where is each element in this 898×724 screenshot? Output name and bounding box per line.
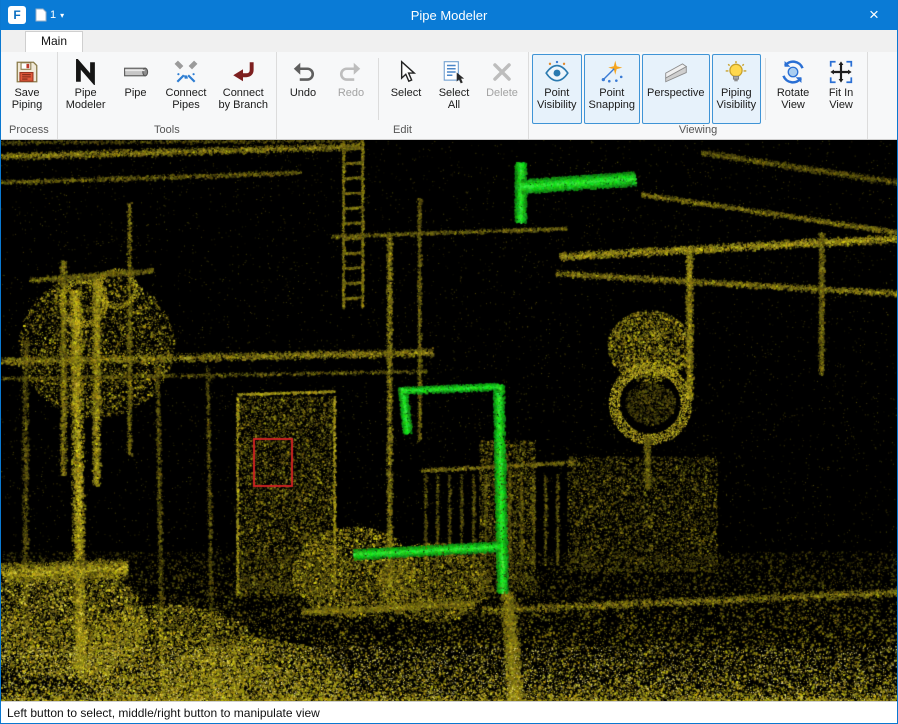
undo-button[interactable]: Undo — [280, 54, 326, 124]
button-label: Piping — [12, 99, 43, 111]
button-label: Connect — [166, 87, 207, 99]
redo-button[interactable]: Redo — [328, 54, 374, 124]
button-label: Visibility — [537, 99, 577, 111]
delete-icon — [489, 58, 515, 86]
button-label: Select — [391, 87, 422, 99]
point-visibility-button[interactable]: Point Visibility — [532, 54, 582, 124]
group-label-process: Process — [1, 124, 57, 139]
viewport-canvas[interactable] — [1, 140, 897, 701]
quick-access-toolbar[interactable]: 1 ▾ — [35, 8, 64, 22]
chevron-down-icon[interactable]: ▾ — [60, 11, 64, 20]
button-label: Select — [439, 87, 470, 99]
button-label: Visibility — [717, 99, 757, 111]
document-icon — [35, 8, 47, 22]
button-label: Fit In — [829, 87, 853, 99]
group-label-edit: Edit — [277, 124, 528, 139]
group-label-viewing: Viewing — [529, 124, 867, 139]
select-all-button[interactable]: Select All — [431, 54, 477, 124]
ribbon-spacer — [868, 52, 897, 139]
ribbon-group-tools: Pipe Modeler Pipe Connect Pipes — [58, 52, 277, 139]
pipe-modeler-button[interactable]: Pipe Modeler — [61, 54, 111, 124]
fit-in-view-button[interactable]: Fit In View — [818, 54, 864, 124]
connect-by-branch-button[interactable]: Connect by Branch — [213, 54, 273, 124]
connect-pipes-icon — [173, 58, 199, 86]
rotate-view-icon — [780, 58, 806, 86]
select-all-icon — [441, 58, 467, 86]
button-label: by Branch — [218, 99, 268, 111]
button-label: View — [781, 99, 805, 111]
viewport — [1, 140, 897, 701]
divider — [378, 58, 379, 120]
pipe-icon — [123, 58, 149, 86]
ribbon-group-viewing: Point Visibility Point Snapping Perspect… — [529, 52, 868, 139]
button-label: Snapping — [589, 99, 636, 111]
button-label: Pipes — [172, 99, 200, 111]
quick-access-number: 1 — [50, 9, 56, 21]
button-label: Modeler — [66, 99, 106, 111]
select-icon — [393, 58, 419, 86]
button-label: View — [829, 99, 853, 111]
button-label: Point — [599, 87, 624, 99]
titlebar[interactable]: F 1 ▾ Pipe Modeler × — [1, 0, 897, 30]
tab-bar: Main — [1, 30, 897, 52]
button-label: Delete — [486, 87, 518, 99]
perspective-button[interactable]: Perspective — [642, 54, 709, 124]
point-snapping-icon — [599, 58, 625, 86]
perspective-icon — [663, 58, 689, 86]
button-label: Pipe — [124, 87, 146, 99]
status-message: Left button to select, middle/right butt… — [7, 706, 320, 720]
connect-by-branch-icon — [230, 58, 256, 86]
piping-visibility-button[interactable]: Piping Visibility — [712, 54, 762, 124]
window-title: Pipe Modeler — [1, 8, 897, 23]
connect-pipes-button[interactable]: Connect Pipes — [161, 54, 212, 124]
ribbon: Save Piping Process Pipe Modeler — [1, 52, 897, 140]
redo-icon — [338, 58, 364, 86]
save-piping-button[interactable]: Save Piping — [4, 54, 50, 124]
app-icon[interactable]: F — [8, 6, 26, 24]
button-label: Redo — [338, 87, 364, 99]
ribbon-group-edit: Undo Redo Select — [277, 52, 529, 139]
point-visibility-icon — [544, 58, 570, 86]
group-label-tools: Tools — [58, 124, 276, 139]
status-bar: Left button to select, middle/right butt… — [1, 701, 897, 723]
tab-main[interactable]: Main — [25, 31, 83, 52]
piping-visibility-icon — [723, 58, 749, 86]
ribbon-group-process: Save Piping Process — [1, 52, 58, 139]
button-label: Piping — [721, 87, 752, 99]
close-button[interactable]: × — [851, 0, 897, 30]
button-label: All — [448, 99, 460, 111]
button-label: Pipe — [75, 87, 97, 99]
button-label: Connect — [223, 87, 264, 99]
button-label: Perspective — [647, 87, 704, 99]
fit-in-view-icon — [828, 58, 854, 86]
pipe-modeler-icon — [73, 58, 99, 86]
undo-icon — [290, 58, 316, 86]
button-label: Rotate — [777, 87, 809, 99]
divider — [765, 58, 766, 120]
button-label: Undo — [290, 87, 316, 99]
pipe-button[interactable]: Pipe — [113, 54, 159, 124]
select-button[interactable]: Select — [383, 54, 429, 124]
button-label: Save — [14, 87, 39, 99]
save-icon — [14, 58, 40, 86]
pipe-modeler-window: F 1 ▾ Pipe Modeler × Main Save Piping — [0, 0, 898, 724]
delete-button[interactable]: Delete — [479, 54, 525, 124]
rotate-view-button[interactable]: Rotate View — [770, 54, 816, 124]
point-snapping-button[interactable]: Point Snapping — [584, 54, 641, 124]
button-label: Point — [544, 87, 569, 99]
